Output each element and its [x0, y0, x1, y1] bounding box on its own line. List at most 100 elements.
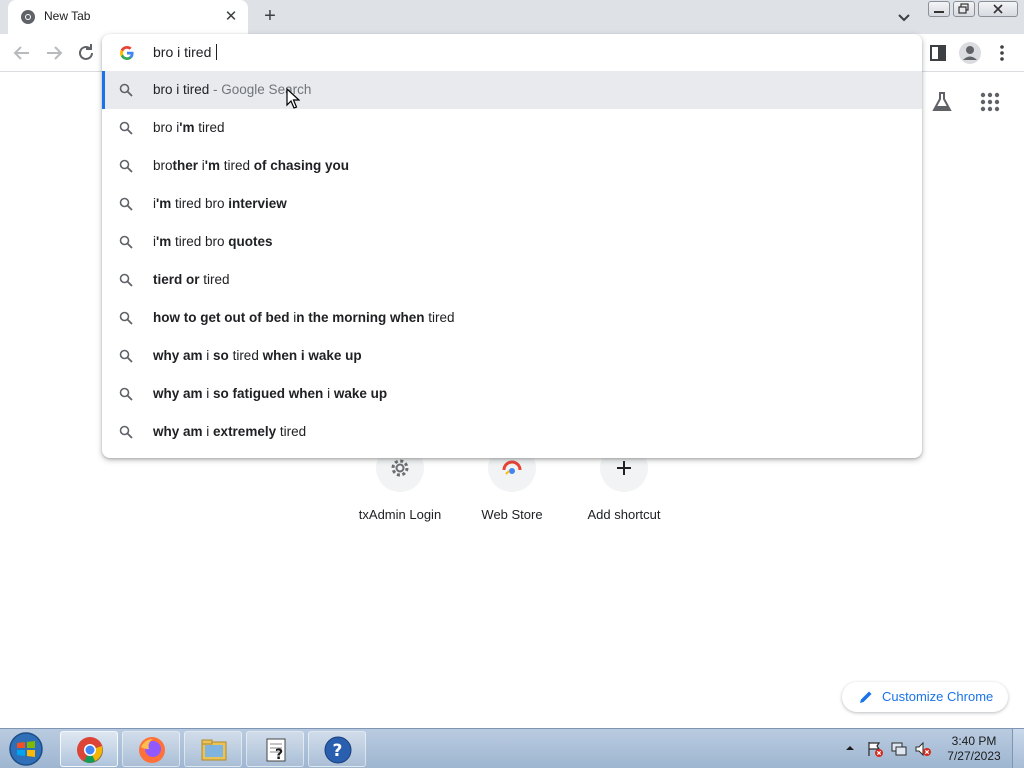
- suggestion-text-part: extremely: [213, 424, 277, 439]
- suggestion-item[interactable]: why am i so fatigued when i wake up: [102, 375, 922, 413]
- suggestion-item[interactable]: i'm tired bro quotes: [102, 223, 922, 261]
- suggestion-list: bro i tired - Google Search bro i'm tired…: [102, 71, 922, 451]
- apps-grid-icon[interactable]: [978, 90, 1002, 114]
- search-icon: [119, 387, 133, 401]
- new-tab-button[interactable]: +: [258, 5, 282, 29]
- mouse-cursor-icon: [286, 88, 300, 109]
- svg-text:?: ?: [275, 747, 283, 763]
- profile-avatar-icon: [959, 42, 981, 64]
- suggestion-text-part: tired: [199, 272, 230, 287]
- suggestion-item[interactable]: brother i'm tired of chasing you: [102, 147, 922, 185]
- suggestion-text-part: 'm: [156, 234, 172, 249]
- search-icon: [119, 349, 133, 363]
- svg-text:?: ?: [333, 741, 343, 761]
- volume-muted-icon[interactable]: [914, 740, 932, 758]
- suggestion-text-part: so: [213, 348, 229, 363]
- suggestion-text-part: of chasing you: [253, 158, 350, 173]
- suggestion-text-part: tired: [220, 158, 254, 173]
- firefox-icon: [139, 737, 165, 763]
- suggestion-text: i'm tired bro interview: [153, 196, 287, 211]
- suggestion-item[interactable]: why am i extremely tired: [102, 413, 922, 451]
- back-arrow-icon: [13, 46, 29, 60]
- pencil-icon: [860, 691, 872, 703]
- shortcut-label: txAdmin Login: [358, 507, 442, 522]
- omnibox-input[interactable]: bro i tired: [153, 44, 218, 60]
- suggestion-item[interactable]: why am i so tired when i wake up: [102, 337, 922, 375]
- back-button[interactable]: [10, 41, 34, 65]
- show-desktop-button[interactable]: [1012, 729, 1024, 768]
- suggestion-text-part: ther: [172, 158, 199, 173]
- menu-button[interactable]: [990, 41, 1014, 65]
- address-bar[interactable]: bro i tired: [102, 34, 922, 72]
- suggestion-text: why am i extremely tired: [153, 424, 306, 439]
- suggestion-item[interactable]: how to get out of bed in the morning whe…: [102, 299, 922, 337]
- tab-title: New Tab: [44, 9, 91, 23]
- suggestion-item[interactable]: bro i tired - Google Search: [102, 71, 922, 109]
- suggestion-text-part: tierd or: [153, 272, 200, 287]
- file-manager-icon: [201, 739, 227, 761]
- omnibox-dropdown: bro i tired bro i tired - Google Search b…: [102, 34, 922, 458]
- search-icon: [119, 311, 133, 325]
- suggestion-text-part: quotes: [228, 234, 273, 249]
- tab-search-chevron-icon[interactable]: [895, 9, 913, 27]
- search-icon: [119, 159, 133, 173]
- plus-icon: [617, 461, 631, 475]
- tray-expand-arrow-icon[interactable]: [845, 743, 855, 753]
- taskbar-chrome[interactable]: [60, 731, 118, 767]
- suggestion-text-part: 'm: [179, 120, 195, 135]
- gear-icon: [391, 459, 409, 477]
- taskbar-notepad-help[interactable]: ?: [246, 731, 304, 767]
- suggestion-text-part: 'm: [204, 158, 220, 173]
- suggestion-item[interactable]: bro i'm tired: [102, 109, 922, 147]
- system-clock[interactable]: 3:40 PM 7/27/2023: [940, 734, 1008, 764]
- network-icon[interactable]: [890, 740, 908, 758]
- suggestion-text: brother i'm tired of chasing you: [153, 158, 349, 173]
- suggestion-item[interactable]: tierd or tired: [102, 261, 922, 299]
- clock-date: 7/27/2023: [947, 749, 1001, 763]
- suggestion-text-part: how to get out of bed: [153, 310, 294, 325]
- suggestion-text-part: so fatigued when: [213, 386, 324, 401]
- suggestion-text-part: tired: [194, 120, 225, 135]
- reload-button[interactable]: [74, 41, 98, 65]
- suggestion-text-part: when i wake up: [262, 348, 362, 363]
- close-window-button[interactable]: [978, 1, 1018, 17]
- webstore-icon: [502, 460, 522, 476]
- search-icon: [119, 273, 133, 287]
- tab-new-tab[interactable]: New Tab ✕: [8, 0, 248, 34]
- suggestion-text-part: n the morning when: [296, 310, 425, 325]
- screen: New Tab ✕ + txAdmin Login Web Store Add …: [0, 0, 1024, 768]
- suggestion-text-part: bro: [153, 158, 173, 173]
- suggestion-text-part: tired bro: [171, 196, 229, 211]
- start-button-icon[interactable]: [6, 731, 46, 767]
- customize-chrome-label: Customize Chrome: [882, 689, 994, 704]
- taskbar-file-manager[interactable]: [184, 731, 242, 767]
- suggestion-text-part: tired bro: [171, 234, 229, 249]
- suggestion-text-part: wake up: [333, 386, 388, 401]
- text-caret: [216, 44, 218, 60]
- minimize-button[interactable]: [928, 1, 950, 17]
- chrome-icon: [77, 737, 103, 763]
- forward-button[interactable]: [42, 41, 66, 65]
- suggestion-text: tierd or tired: [153, 272, 230, 287]
- suggestion-text-part: tired: [424, 310, 455, 325]
- search-icon: [119, 121, 133, 135]
- search-icon: [119, 235, 133, 249]
- profile-button[interactable]: [958, 41, 982, 65]
- customize-chrome-button[interactable]: Customize Chrome: [842, 682, 1008, 712]
- taskbar-help[interactable]: ?: [308, 731, 366, 767]
- notepad-help-icon: ?: [266, 738, 286, 763]
- tab-strip: New Tab ✕ +: [0, 0, 1024, 34]
- reload-icon: [79, 44, 93, 60]
- tab-close-icon[interactable]: ✕: [220, 6, 242, 28]
- taskbar-firefox[interactable]: [122, 731, 180, 767]
- labs-flask-icon[interactable]: [930, 90, 954, 114]
- suggestion-text-part: i: [202, 424, 214, 439]
- omnibox-text: bro i tired: [153, 44, 216, 60]
- side-panel-button[interactable]: [926, 41, 950, 65]
- shortcut-label: Add shortcut: [587, 507, 661, 522]
- action-center-flag-icon[interactable]: [866, 740, 884, 758]
- search-icon: [119, 197, 133, 211]
- suggestion-text-part: i: [202, 348, 214, 363]
- restore-button[interactable]: [953, 1, 975, 17]
- suggestion-item[interactable]: i'm tired bro interview: [102, 185, 922, 223]
